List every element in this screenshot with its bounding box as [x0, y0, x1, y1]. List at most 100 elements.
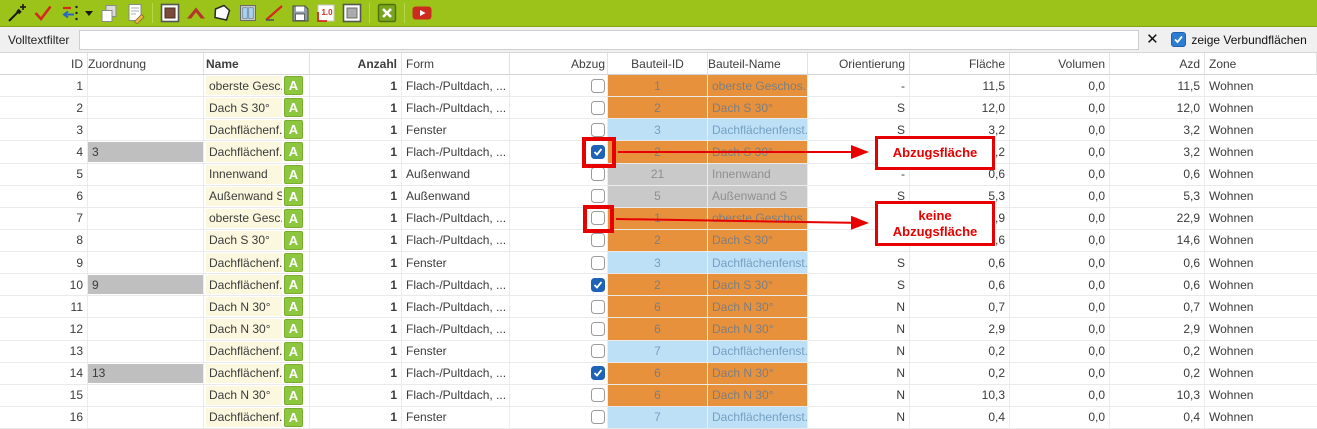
- cell-name[interactable]: oberste Gesc...A: [204, 75, 310, 96]
- cell-id: 3: [0, 119, 88, 140]
- table-row[interactable]: 2 Dach S 30°A 1 Flach-/Pultdach, ... 2 D…: [0, 97, 1317, 119]
- cell-abzug: [510, 230, 608, 251]
- table-row[interactable]: 13 Dachflächenf...A 1 Fenster 7 Dachfläc…: [0, 341, 1317, 363]
- table-row[interactable]: 10 9 Dachflächenf...A 1 Flach-/Pultdach,…: [0, 274, 1317, 296]
- cell-name[interactable]: Dachflächenf...A: [204, 119, 310, 140]
- copy-icon[interactable]: [96, 1, 122, 25]
- cell-name[interactable]: Dachflächenf...A: [204, 407, 310, 428]
- abzug-checkbox[interactable]: [591, 410, 605, 424]
- table-row[interactable]: 5 InnenwandA 1 Außenwand 21 Innenwand - …: [0, 164, 1317, 186]
- save-icon[interactable]: [287, 1, 313, 25]
- cell-zuordnung: [88, 97, 204, 118]
- abzug-checkbox[interactable]: [591, 189, 605, 203]
- abzug-checkbox[interactable]: [591, 256, 605, 270]
- abzug-checkbox[interactable]: [591, 300, 605, 314]
- table-row[interactable]: 1 oberste Gesc...A 1 Flach-/Pultdach, ..…: [0, 75, 1317, 97]
- header-bauteil_name[interactable]: Bauteil-Name: [708, 53, 808, 74]
- cell-anzahl: 1: [310, 230, 402, 251]
- abzug-checkbox[interactable]: [591, 366, 605, 380]
- header-azd[interactable]: Azd: [1110, 53, 1205, 74]
- show-compound-areas-checkbox[interactable]: [1171, 32, 1186, 47]
- cell-name[interactable]: Dachflächenf...A: [204, 141, 310, 162]
- abzug-checkbox[interactable]: [591, 278, 605, 292]
- cell-name[interactable]: Dachflächenf...A: [204, 341, 310, 362]
- zone-a-icon: A: [284, 231, 303, 250]
- cell-name[interactable]: oberste Gesc...A: [204, 208, 310, 229]
- table-row[interactable]: 11 Dach N 30°A 1 Flach-/Pultdach, ... 6 …: [0, 296, 1317, 318]
- abzug-checkbox[interactable]: [591, 123, 605, 137]
- table-row[interactable]: 16 Dachflächenf...A 1 Fenster 7 Dachfläc…: [0, 407, 1317, 429]
- header-form[interactable]: Form: [402, 53, 510, 74]
- cell-orientierung: S: [808, 252, 910, 273]
- table-row[interactable]: 14 13 Dachflächenf...A 1 Flach-/Pultdach…: [0, 363, 1317, 385]
- cell-bauteil-name: Dach S 30°: [708, 141, 808, 162]
- cell-bauteil-id: 7: [608, 407, 708, 428]
- table-row[interactable]: 6 Außenwand SA 1 Außenwand 5 Außenwand S…: [0, 186, 1317, 208]
- magic-wand-icon[interactable]: [4, 1, 30, 25]
- table-row[interactable]: 3 Dachflächenf...A 1 Fenster 3 Dachfläch…: [0, 119, 1317, 141]
- dropdown-arrow-icon[interactable]: [82, 1, 96, 25]
- abzug-checkbox[interactable]: [591, 388, 605, 402]
- youtube-icon[interactable]: [409, 1, 435, 25]
- header-zuordnung[interactable]: Zuordnung: [88, 53, 204, 74]
- room-polygon-icon[interactable]: [209, 1, 235, 25]
- name-value: Dach S 30°: [206, 98, 282, 117]
- cell-id: 16: [0, 407, 88, 428]
- cell-name[interactable]: Dach N 30°A: [204, 385, 310, 406]
- abzug-checkbox[interactable]: [591, 145, 605, 159]
- abzug-checkbox[interactable]: [591, 101, 605, 115]
- header-anzahl[interactable]: Anzahl: [310, 53, 402, 74]
- table-row[interactable]: 12 Dach N 30°A 1 Flach-/Pultdach, ... 6 …: [0, 318, 1317, 340]
- abzug-checkbox[interactable]: [591, 167, 605, 181]
- header-orientierung[interactable]: Orientierung: [808, 53, 910, 74]
- roof-slope-icon[interactable]: [261, 1, 287, 25]
- abzug-checkbox[interactable]: [591, 322, 605, 336]
- header-name[interactable]: Name: [204, 53, 310, 74]
- cell-name[interactable]: Dachflächenf...A: [204, 274, 310, 295]
- cell-name[interactable]: Dach S 30°A: [204, 97, 310, 118]
- header-abzug[interactable]: Abzug: [510, 53, 608, 74]
- header-volumen[interactable]: Volumen: [1010, 53, 1110, 74]
- table-row[interactable]: 9 Dachflächenf...A 1 Fenster 3 Dachfläch…: [0, 252, 1317, 274]
- scale-1-0-icon[interactable]: 1.0: [313, 1, 339, 25]
- clear-filter-icon[interactable]: ✕: [1139, 30, 1165, 50]
- cell-zuordnung: [88, 341, 204, 362]
- cell-name[interactable]: Dach N 30°A: [204, 318, 310, 339]
- cell-name[interactable]: Dachflächenf...A: [204, 252, 310, 273]
- cell-zone: Wohnen: [1205, 230, 1317, 251]
- cell-name[interactable]: InnenwandA: [204, 164, 310, 185]
- table-row[interactable]: 15 Dach N 30°A 1 Flach-/Pultdach, ... 6 …: [0, 385, 1317, 407]
- abzug-checkbox[interactable]: [591, 344, 605, 358]
- abzug-checkbox[interactable]: [591, 211, 605, 225]
- cell-anzahl: 1: [310, 407, 402, 428]
- table-row[interactable]: 4 3 Dachflächenf...A 1 Flach-/Pultdach, …: [0, 141, 1317, 163]
- header-zone[interactable]: Zone: [1205, 53, 1317, 74]
- cell-volumen: 0,0: [1010, 75, 1110, 96]
- cell-name[interactable]: Außenwand SA: [204, 186, 310, 207]
- header-flaeche[interactable]: Fläche: [910, 53, 1010, 74]
- component-gray-icon[interactable]: [339, 1, 365, 25]
- abzug-checkbox[interactable]: [591, 79, 605, 93]
- component-brown-icon[interactable]: [157, 1, 183, 25]
- edit-report-icon[interactable]: [122, 1, 148, 25]
- roof-icon[interactable]: [183, 1, 209, 25]
- cell-zuordnung: [88, 318, 204, 339]
- header-id[interactable]: ID: [0, 53, 88, 74]
- filter-input[interactable]: [79, 30, 1139, 50]
- cell-orientierung: N: [808, 296, 910, 317]
- cell-azd: 11,5: [1110, 75, 1205, 96]
- table-row[interactable]: 7 oberste Gesc...A 1 Flach-/Pultdach, ..…: [0, 208, 1317, 230]
- swap-arrows-icon[interactable]: [56, 1, 82, 25]
- cell-bauteil-name: Dach S 30°: [708, 274, 808, 295]
- table-row[interactable]: 8 Dach S 30°A 1 Flach-/Pultdach, ... 2 D…: [0, 230, 1317, 252]
- red-check-icon[interactable]: [30, 1, 56, 25]
- cell-bauteil-id: 6: [608, 296, 708, 317]
- abzug-checkbox[interactable]: [591, 233, 605, 247]
- cell-volumen: 0,0: [1010, 230, 1110, 251]
- header-bauteil_id[interactable]: Bauteil-ID: [608, 53, 708, 74]
- cell-name[interactable]: Dachflächenf...A: [204, 363, 310, 384]
- excel-export-icon[interactable]: [374, 1, 400, 25]
- cell-name[interactable]: Dach S 30°A: [204, 230, 310, 251]
- cell-name[interactable]: Dach N 30°A: [204, 296, 310, 317]
- window-icon[interactable]: [235, 1, 261, 25]
